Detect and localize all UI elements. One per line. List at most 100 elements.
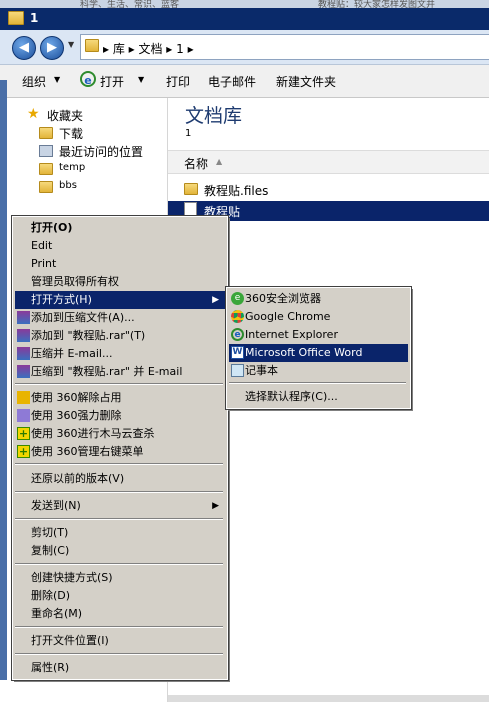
print-button[interactable]: 打印 xyxy=(166,73,190,90)
menu-separator xyxy=(15,463,223,465)
submenu-item-360-browser[interactable]: e 360安全浏览器 xyxy=(229,290,408,308)
sort-arrow-icon: ▲ xyxy=(216,157,223,166)
menu-item-360-force-delete[interactable]: 使用 360强力删除 xyxy=(15,407,225,425)
window-edge xyxy=(0,80,7,680)
menu-label: 记事本 xyxy=(245,364,278,377)
submenu-arrow-icon: ▶ xyxy=(212,501,219,511)
chevron-down-icon[interactable]: ▼ xyxy=(54,75,60,84)
menu-label: 创建快捷方式(S) xyxy=(31,571,113,584)
title-bar[interactable]: 1 xyxy=(0,8,489,30)
status-edge xyxy=(168,695,489,702)
winrar-icon xyxy=(17,365,30,378)
menu-label: 添加到压缩文件(A)... xyxy=(31,311,135,324)
menu-item-open-location[interactable]: 打开文件位置(I) xyxy=(15,632,225,650)
menu-separator xyxy=(15,563,223,565)
menu-label: Edit xyxy=(31,239,53,252)
organize-button[interactable]: 组织 xyxy=(22,73,46,90)
menu-item-edit[interactable]: Edit xyxy=(15,237,225,255)
menu-label: 压缩并 E-mail... xyxy=(31,347,113,360)
menu-separator xyxy=(15,383,223,385)
word-icon: W xyxy=(231,346,244,359)
file-row[interactable]: 教程贴.files xyxy=(168,180,489,198)
folder-icon xyxy=(39,163,53,175)
submenu-item-choose-default[interactable]: 选择默认程序(C)... xyxy=(229,388,408,406)
menu-label: 使用 360管理右键菜单 xyxy=(31,445,144,458)
recent-places-icon xyxy=(39,145,53,157)
menu-item-compress-rar-email[interactable]: 压缩到 "教程贴.rar" 并 E-mail xyxy=(15,363,225,381)
menu-label: 360安全浏览器 xyxy=(245,292,321,305)
menu-separator xyxy=(15,653,223,655)
column-header-label: 名称 xyxy=(184,157,209,171)
menu-item-take-ownership[interactable]: 管理员取得所有权 xyxy=(15,273,225,291)
menu-item-compress-email[interactable]: 压缩并 E-mail... xyxy=(15,345,225,363)
library-subtitle: 1 xyxy=(185,128,192,139)
menu-label: 选择默认程序(C)... xyxy=(245,390,338,403)
menu-item-open-with[interactable]: 打开方式(H) ▶ xyxy=(15,291,225,309)
column-header-name[interactable]: 名称 ▲ xyxy=(168,150,489,174)
menu-item-360-trojan-scan[interactable]: + 使用 360进行木马云查杀 xyxy=(15,425,225,443)
menu-label: 压缩到 "教程贴.rar" 并 E-mail xyxy=(31,365,183,378)
menu-item-delete[interactable]: 删除(D) xyxy=(15,587,225,605)
chevron-down-icon[interactable]: ▼ xyxy=(138,75,144,84)
menu-item-add-archive[interactable]: 添加到压缩文件(A)... xyxy=(15,309,225,327)
menu-item-print[interactable]: Print xyxy=(15,255,225,273)
context-menu: 打开(O) Edit Print 管理员取得所有权 打开方式(H) ▶ 添加到压缩… xyxy=(11,215,229,681)
nav-item-temp[interactable]: temp xyxy=(59,162,85,173)
nav-item-bbs[interactable]: bbs xyxy=(59,180,77,191)
menu-separator xyxy=(15,626,223,628)
winrar-icon xyxy=(17,329,30,342)
breadcrumb[interactable]: ▸ 库 ▸ 文档 ▸ 1 ▸ xyxy=(80,34,489,60)
new-folder-button[interactable]: 新建文件夹 xyxy=(276,73,336,90)
file-name: 教程贴.files xyxy=(204,184,269,198)
nav-item-downloads[interactable]: 下载 xyxy=(59,125,83,142)
notepad-icon xyxy=(231,364,244,377)
email-button[interactable]: 电子邮件 xyxy=(208,73,256,90)
chrome-icon xyxy=(231,310,244,323)
menu-label: 使用 360进行木马云查杀 xyxy=(31,427,155,440)
menu-separator xyxy=(15,518,223,520)
menu-item-open[interactable]: 打开(O) xyxy=(15,219,225,237)
browser-360-icon: e xyxy=(231,292,244,305)
menu-item-add-rar[interactable]: 添加到 "教程贴.rar"(T) xyxy=(15,327,225,345)
menu-separator xyxy=(15,491,223,493)
command-toolbar: 组织 ▼ e 打开 ▼ 打印 电子邮件 新建文件夹 xyxy=(0,65,489,98)
nav-item-recent[interactable]: 最近访问的位置 xyxy=(59,143,143,160)
menu-label: 打开(O) xyxy=(31,221,73,234)
menu-label: 还原以前的版本(V) xyxy=(31,472,125,485)
menu-item-properties[interactable]: 属性(R) xyxy=(15,659,225,677)
library-title: 文档库 xyxy=(185,105,243,127)
submenu-item-notepad[interactable]: 记事本 xyxy=(229,362,408,380)
menu-item-360-unlock[interactable]: 使用 360解除占用 xyxy=(15,389,225,407)
menu-item-360-manage-menu[interactable]: + 使用 360管理右键菜单 xyxy=(15,443,225,461)
window-title: 1 xyxy=(30,11,39,25)
menu-item-send-to[interactable]: 发送到(N) ▶ xyxy=(15,497,225,515)
forward-button[interactable]: ▶ xyxy=(40,36,64,60)
submenu-item-word[interactable]: W Microsoft Office Word xyxy=(229,344,408,362)
menu-item-rename[interactable]: 重命名(M) xyxy=(15,605,225,623)
winrar-icon xyxy=(17,311,30,324)
back-button[interactable]: ◀ xyxy=(12,36,36,60)
menu-label: 剪切(T) xyxy=(31,526,69,539)
force-delete-360-icon xyxy=(17,409,30,422)
menu-label: 打开文件位置(I) xyxy=(31,634,109,647)
menu-label: 属性(R) xyxy=(31,661,70,674)
menu-label: 重命名(M) xyxy=(31,607,83,620)
menu-separator xyxy=(229,382,406,384)
menu-item-copy[interactable]: 复制(C) xyxy=(15,542,225,560)
submenu-item-chrome[interactable]: Google Chrome xyxy=(229,308,408,326)
submenu-arrow-icon: ▶ xyxy=(212,295,219,305)
history-dropdown-icon[interactable]: ▼ xyxy=(68,40,74,49)
submenu-item-ie[interactable]: e Internet Explorer xyxy=(229,326,408,344)
star-icon: ★ xyxy=(27,106,40,122)
address-bar: ◀ ▶ ▼ ▸ 库 ▸ 文档 ▸ 1 ▸ xyxy=(0,30,489,65)
open-button[interactable]: 打开 xyxy=(100,73,124,90)
menu-item-cut[interactable]: 剪切(T) xyxy=(15,524,225,542)
unlock-360-icon xyxy=(17,391,30,404)
menu-item-create-shortcut[interactable]: 创建快捷方式(S) xyxy=(15,569,225,587)
nav-item-favorites[interactable]: 收藏夹 xyxy=(47,107,83,124)
breadcrumb-path[interactable]: ▸ 库 ▸ 文档 ▸ 1 ▸ xyxy=(103,40,194,57)
menu-item-restore-versions[interactable]: 还原以前的版本(V) xyxy=(15,470,225,488)
plus-360-icon: + xyxy=(17,427,30,440)
menu-label: Print xyxy=(31,257,57,270)
folder-icon xyxy=(8,11,24,25)
